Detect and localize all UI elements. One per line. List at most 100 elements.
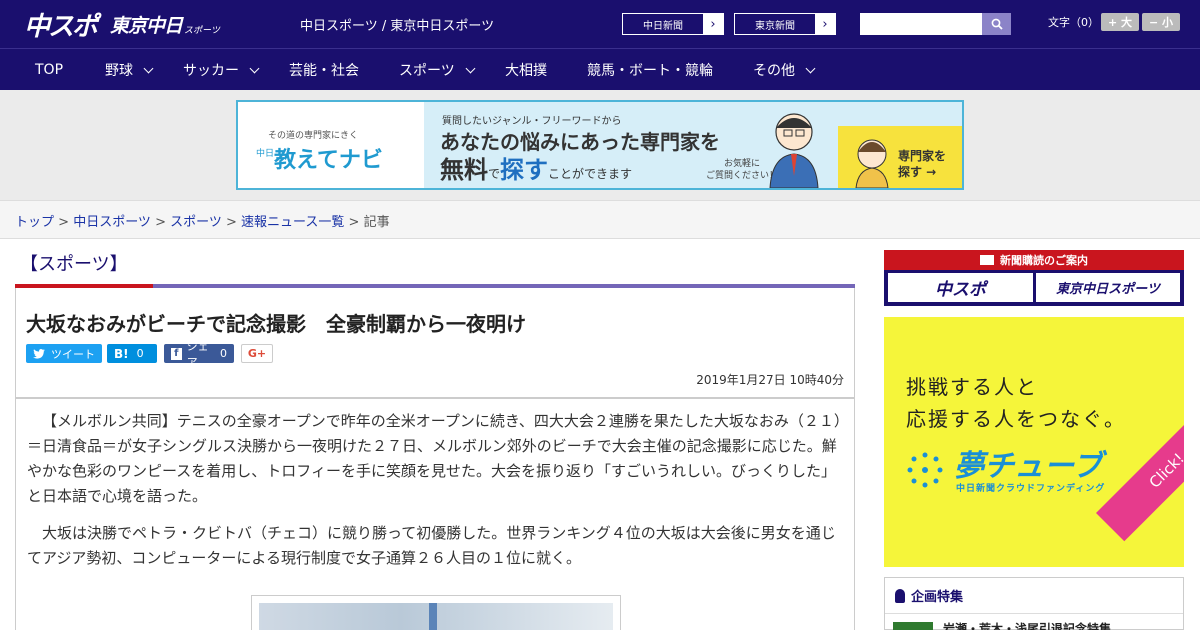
site-title: 中日スポーツ / 東京中日スポーツ <box>300 19 495 34</box>
ad-search-text: 探す <box>500 156 549 184</box>
article-paragraph: 大坂は決勝でペトラ・クビトバ（チェコ）に競り勝って初優勝した。世界ランキング４位… <box>27 524 836 567</box>
chevron-down-icon <box>249 63 260 73</box>
nav-item-label: TOP <box>35 62 64 78</box>
facebook-share-count: 0 <box>220 347 227 360</box>
breadcrumb-separator: > <box>226 215 242 230</box>
search-icon <box>991 18 1003 30</box>
subscription-title: 新聞購読のご案内 <box>884 250 1184 270</box>
subscription-title-text: 新聞購読のご案内 <box>1000 254 1088 267</box>
ad-free-text: 無料 <box>440 156 488 184</box>
yume-tagline-2: 応援する人をつなぐ。 <box>906 407 1126 431</box>
chevron-down-icon <box>465 63 476 73</box>
breadcrumb-separator: > <box>58 215 74 230</box>
nav-item-label: 芸能・社会 <box>289 63 359 79</box>
breadcrumb-separator: > <box>155 215 171 230</box>
article-header: 大坂なおみがビーチで記念撮影 全豪制覇から一夜明け ツイート B! 0 f シェ… <box>15 288 855 398</box>
chunichi-shimbun-label: 中日新聞 <box>643 20 683 32</box>
twitter-bird-icon <box>33 348 45 359</box>
ad-zone: その道の専門家にきく 中日 教えてナビ 質問したいジャンル・フリーワードから あ… <box>0 90 1200 200</box>
facebook-f-icon: f <box>171 347 182 360</box>
nav-item-top[interactable]: TOP <box>35 49 63 91</box>
ad-headline-2: 無料で探すことができます <box>440 150 632 185</box>
facebook-share-button[interactable]: f シェア 0 <box>164 340 234 369</box>
yume-tagline-1: 挑戦する人と <box>906 375 1038 399</box>
site-logo[interactable]: 中スポ 東京中日 スポーツ <box>24 8 220 42</box>
feature-thumbnail <box>893 621 933 630</box>
chevron-down-icon <box>143 63 154 73</box>
search-button[interactable] <box>982 13 1011 35</box>
article-paragraph: 【メルボルン共同】テニスの全豪オープンで昨年の全米オープンに続き、四大大会２連勝… <box>27 412 842 505</box>
publish-date: 2019年1月27日 10時40分 <box>696 373 844 387</box>
nav-item-label: 野球 <box>105 63 133 79</box>
newspaper-subscription-box: 新聞購読のご案内 中スポ 東京中日スポーツ <box>884 250 1184 306</box>
hatena-b-icon: B! <box>114 346 129 361</box>
ad-tagline: その道の専門家にきく <box>268 131 359 141</box>
yume-tube-logo: 夢チューブ <box>954 449 1103 484</box>
ad-question: 質問したいジャンル・フリーワードから <box>442 116 622 127</box>
logo-chuspo: 中スポ <box>24 11 98 42</box>
feature-item-title: 岩瀬・荒木・浅尾引退記念特集 <box>943 622 1112 630</box>
nav-item-soccer[interactable]: サッカー <box>183 49 260 91</box>
font-decrease-button[interactable]: − 小 <box>1142 13 1180 31</box>
category-label: 【スポーツ】 <box>20 254 128 275</box>
ad-can-text: ことができます <box>548 167 633 181</box>
nav-item-label: スポーツ <box>399 63 455 79</box>
nav-item-sumo[interactable]: 大相撲 <box>505 49 547 91</box>
breadcrumb-sports[interactable]: スポーツ <box>170 215 222 230</box>
google-plus-button[interactable]: G+ <box>241 344 273 363</box>
nav-item-label: 大相撲 <box>505 63 547 79</box>
search-box <box>860 13 1011 35</box>
ad-de-text: で <box>488 167 501 181</box>
ad-brand: 教えてナビ <box>274 148 383 173</box>
font-increase-button[interactable]: + 大 <box>1101 13 1139 31</box>
nav-item-baseball[interactable]: 野球 <box>105 49 154 91</box>
photo-detail <box>429 603 437 630</box>
yume-tube-subtitle: 中日新聞クラウドファンディング <box>956 484 1106 494</box>
nav-item-other[interactable]: その他 <box>753 49 816 91</box>
article-body: 【メルボルン共同】テニスの全豪オープンで昨年の全米オープンに続き、四大大会２連勝… <box>15 398 855 630</box>
nav-item-sports[interactable]: スポーツ <box>399 49 476 91</box>
nav-item-label: サッカー <box>183 63 239 79</box>
chunichi-shimbun-link[interactable]: 中日新聞 › <box>622 13 724 35</box>
breadcrumb-top[interactable]: トップ <box>15 215 54 230</box>
chevron-right-icon: › <box>703 14 723 34</box>
breadcrumb-news-list[interactable]: 速報ニュース一覧 <box>241 215 344 230</box>
main-nav: TOP 野球 サッカー 芸能・社会 スポーツ 大相撲 競馬・ボート・競輪 その他 <box>0 48 1200 90</box>
feature-item[interactable]: 岩瀬・荒木・浅尾引退記念特集 <box>893 620 1111 630</box>
search-input[interactable] <box>860 13 982 35</box>
feature-header: 企画特集 <box>885 578 1183 614</box>
subscribe-tokyo-chunichi-button[interactable]: 東京中日スポーツ <box>1036 273 1180 302</box>
yume-tube-ad[interactable]: 挑戦する人と 応援する人をつなぐ。 夢チューブ 中日新聞クラウドファンディング … <box>884 317 1184 567</box>
tokyo-shimbun-link[interactable]: 東京新聞 › <box>734 13 836 35</box>
tweet-button[interactable]: ツイート <box>26 344 102 363</box>
ribbon-icon <box>895 588 905 603</box>
google-plus-icon: G+ <box>247 347 267 360</box>
expert-illustration-icon <box>769 113 819 188</box>
subscribe-chuspo-button[interactable]: 中スポ <box>888 273 1033 302</box>
breadcrumb: トップ > 中日スポーツ > スポーツ > 速報ニュース一覧 > 記事 <box>0 200 1200 239</box>
breadcrumb-current: 記事 <box>363 215 390 230</box>
breadcrumb-separator: > <box>348 215 364 230</box>
chevron-right-icon: › <box>815 14 835 34</box>
breadcrumb-chunichi-sports[interactable]: 中日スポーツ <box>73 215 151 230</box>
newspaper-icon <box>980 255 994 265</box>
click-label: Click! <box>1145 449 1184 492</box>
dotted-circle-icon <box>907 452 943 488</box>
article-photo[interactable] <box>251 595 621 630</box>
girl-illustration-icon <box>855 139 889 188</box>
nav-item-label: 競馬・ボート・競輪 <box>587 63 713 79</box>
chevron-down-icon <box>805 63 816 73</box>
facebook-share-label: シェア <box>186 339 209 369</box>
hatena-bookmark-button[interactable]: B! 0 <box>107 344 157 363</box>
oshiete-navi-ad-banner[interactable]: その道の専門家にきく 中日 教えてナビ 質問したいジャンル・フリーワードから あ… <box>236 100 964 190</box>
hatena-count: 0 <box>136 347 144 360</box>
category-header: 【スポーツ】 <box>15 250 855 288</box>
feature-title: 企画特集 <box>911 590 964 605</box>
article-title: 大坂なおみがビーチで記念撮影 全豪制覇から一夜明け <box>26 312 526 336</box>
nav-item-entertainment[interactable]: 芸能・社会 <box>289 49 359 91</box>
ad-brand-prefix: 中日 <box>256 149 275 159</box>
tweet-label: ツイート <box>51 347 95 361</box>
nav-item-racing[interactable]: 競馬・ボート・競輪 <box>587 49 713 91</box>
top-header: 中スポ 東京中日 スポーツ 中日スポーツ / 東京中日スポーツ 中日新聞 › 東… <box>0 0 1200 48</box>
nav-item-label: その他 <box>753 63 795 79</box>
